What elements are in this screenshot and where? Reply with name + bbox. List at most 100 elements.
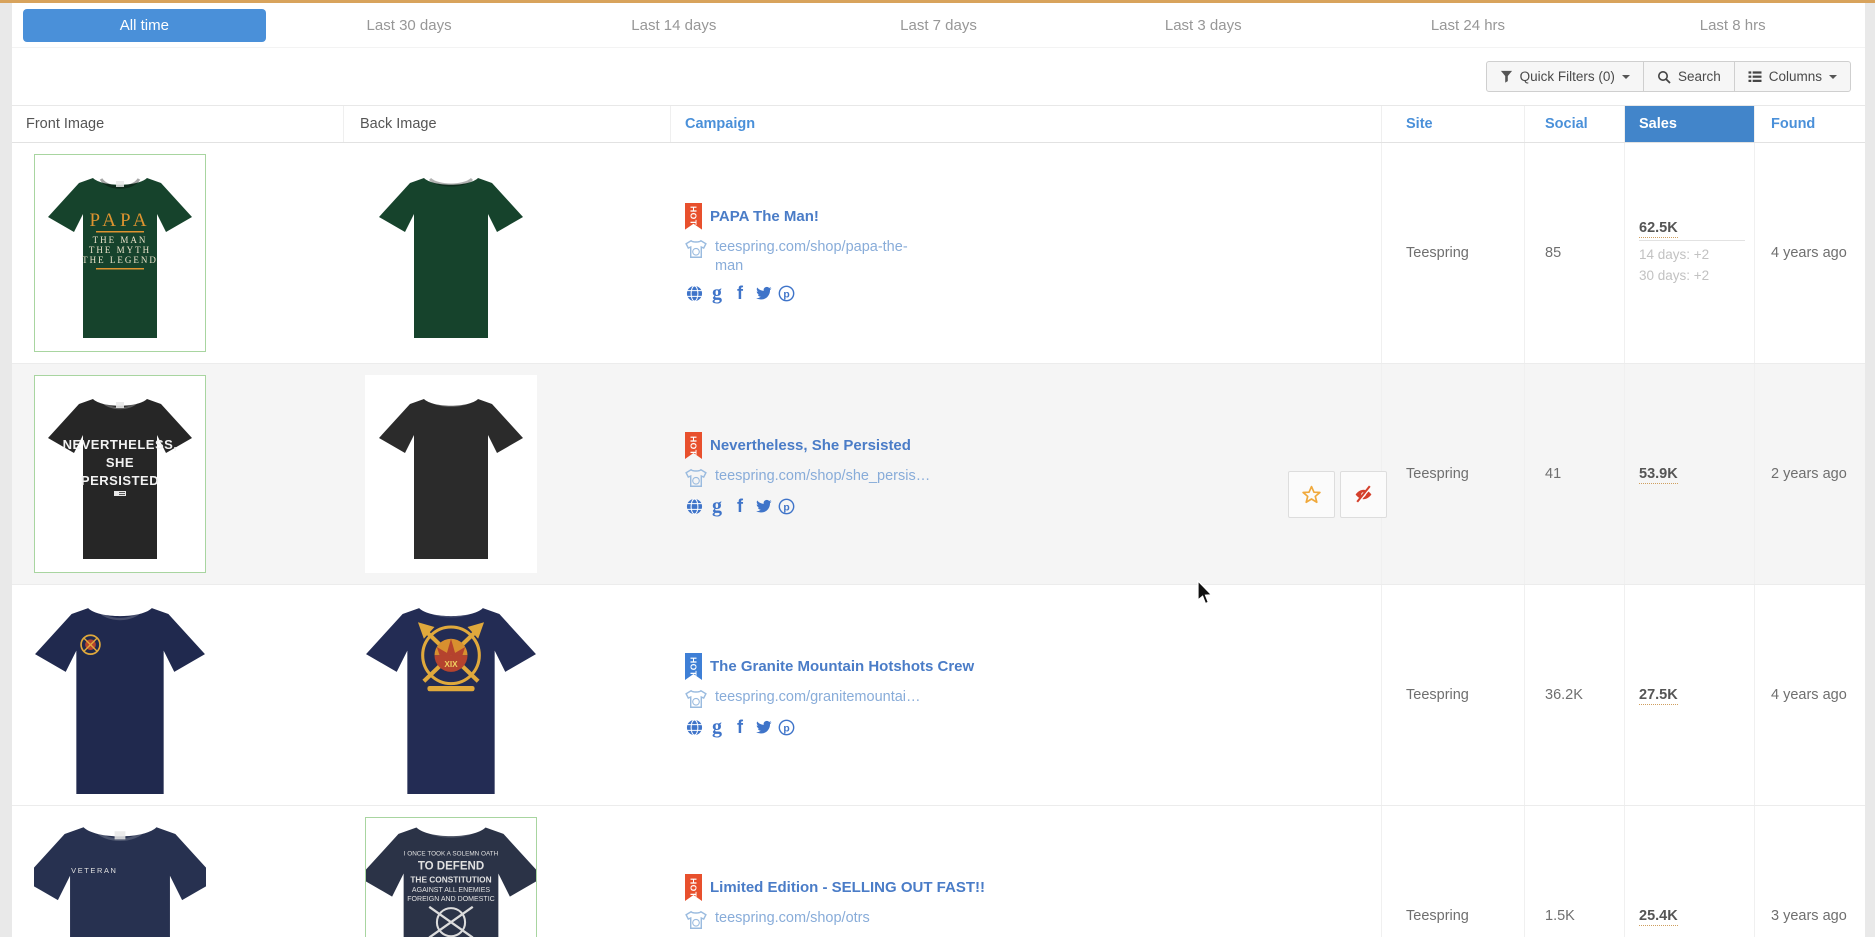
sales-cell: 25.4K <box>1624 806 1754 937</box>
front-image[interactable]: NEVERTHELESS, SHE PERSISTED <box>34 375 206 573</box>
google-icon[interactable]: g <box>708 283 726 303</box>
sales-cell: 62.5K 14 days: +2 30 days: +2 <box>1624 143 1754 363</box>
tshirt-back-oath: I ONCE TOOK A SOLEMN OATH TO DEFEND THE … <box>365 817 537 937</box>
pinterest-icon[interactable]: p <box>777 717 795 737</box>
sales-value[interactable]: 62.5K <box>1639 220 1678 238</box>
twitter-icon[interactable] <box>754 496 772 516</box>
campaign-url-link[interactable]: teespring.com/shop/papa-the-man <box>715 238 912 276</box>
tab-last-7-days[interactable]: Last 7 days <box>806 3 1071 47</box>
tshirt-icon <box>685 239 707 259</box>
top-accent-bar <box>0 0 1875 3</box>
tab-last-30-days[interactable]: Last 30 days <box>277 3 542 47</box>
svg-text:NEVERTHELESS,: NEVERTHELESS, <box>63 437 178 452</box>
svg-text:PERSISTED: PERSISTED <box>81 473 159 488</box>
header-campaign[interactable]: Campaign <box>670 106 1381 142</box>
tab-last-8-hrs[interactable]: Last 8 hrs <box>1600 3 1865 47</box>
svg-text:SHE: SHE <box>106 455 134 470</box>
back-image-cell: XIX <box>343 585 670 805</box>
social-count: 41 <box>1545 466 1561 482</box>
globe-icon[interactable] <box>685 283 703 303</box>
back-image-cell: I ONCE TOOK A SOLEMN OATH TO DEFEND THE … <box>343 806 670 937</box>
search-button[interactable]: Search <box>1643 61 1735 92</box>
front-image[interactable]: PAPA THE MAN THE MYTH THE LEGEND <box>34 154 206 352</box>
header-back-image: Back Image <box>343 106 670 142</box>
hot-badge-blue: HOT <box>685 653 702 680</box>
front-image-cell <box>12 585 343 805</box>
found-value: 3 years ago <box>1771 908 1847 924</box>
facebook-icon[interactable]: f <box>731 496 749 516</box>
favorite-star-button[interactable] <box>1288 471 1335 518</box>
filter-icon <box>1500 70 1513 83</box>
campaign-url-link[interactable]: teespring.com/granitemountai… <box>715 688 921 707</box>
header-social[interactable]: Social <box>1524 106 1624 142</box>
tab-last-24-hrs[interactable]: Last 24 hrs <box>1336 3 1601 47</box>
social-count: 85 <box>1545 245 1561 261</box>
front-image-cell: PAPA THE MAN THE MYTH THE LEGEND <box>12 143 343 363</box>
social-links: g f p <box>685 496 1381 516</box>
found-value: 4 years ago <box>1771 245 1847 261</box>
site-value: Teespring <box>1406 466 1469 482</box>
social-links: g f p <box>685 283 1381 303</box>
table-row: VETERAN I ONCE TOOK A SOLEMN OATH TO DEF… <box>12 806 1865 937</box>
tab-last-14-days[interactable]: Last 14 days <box>541 3 806 47</box>
site-cell: Teespring <box>1381 143 1524 363</box>
campaign-url-link[interactable]: teespring.com/shop/she_persis… <box>715 467 930 486</box>
site-cell: Teespring <box>1381 806 1524 937</box>
sales-30-days: 30 days: +2 <box>1639 266 1709 286</box>
svg-text:THE MYTH: THE MYTH <box>89 245 151 255</box>
social-cell: 1.5K <box>1524 806 1624 937</box>
campaign-title-link[interactable]: PAPA The Man! <box>710 208 819 225</box>
globe-icon[interactable] <box>685 717 703 737</box>
svg-text:THE LEGEND: THE LEGEND <box>82 255 158 265</box>
campaign-title-link[interactable]: Limited Edition - SELLING OUT FAST!! <box>710 879 985 896</box>
back-image[interactable]: XIX <box>365 596 537 794</box>
pinterest-icon[interactable]: p <box>777 496 795 516</box>
tshirt-icon <box>685 910 707 930</box>
back-image-cell <box>343 364 670 584</box>
header-sales-sorted[interactable]: Sales <box>1624 106 1754 142</box>
back-image[interactable] <box>365 375 537 573</box>
content-panel: All time Last 30 days Last 14 days Last … <box>12 3 1865 937</box>
twitter-icon[interactable] <box>754 717 772 737</box>
campaign-title-link[interactable]: The Granite Mountain Hotshots Crew <box>710 658 974 675</box>
google-icon[interactable]: g <box>708 717 726 737</box>
tab-all-time[interactable]: All time <box>23 9 267 42</box>
svg-text:I ONCE TOOK A SOLEMN OATH: I ONCE TOOK A SOLEMN OATH <box>404 851 499 858</box>
caret-down-icon <box>1622 75 1630 79</box>
tshirt-back-black <box>376 385 526 563</box>
header-site[interactable]: Site <box>1381 106 1524 142</box>
row-hover-actions <box>1288 471 1387 518</box>
table-row: NEVERTHELESS, SHE PERSISTED HOT <box>12 364 1865 585</box>
tab-last-3-days[interactable]: Last 3 days <box>1071 3 1336 47</box>
back-image[interactable] <box>365 154 537 352</box>
facebook-icon[interactable]: f <box>731 717 749 737</box>
header-found[interactable]: Found <box>1754 106 1865 142</box>
twitter-icon[interactable] <box>754 283 772 303</box>
quick-filters-button[interactable]: Quick Filters (0) <box>1486 61 1644 92</box>
sales-value[interactable]: 53.9K <box>1639 466 1678 484</box>
site-cell: Teespring <box>1381 364 1524 584</box>
campaign-url-link[interactable]: teespring.com/shop/otrs <box>715 909 870 928</box>
svg-text:FOREIGN AND DOMESTIC: FOREIGN AND DOMESTIC <box>407 896 495 903</box>
campaign-cell: HOT PAPA The Man! teespring.com/shop/pap… <box>670 143 1381 363</box>
found-cell: 4 years ago <box>1754 143 1865 363</box>
campaign-cell: HOT The Granite Mountain Hotshots Crew t… <box>670 585 1381 805</box>
site-value: Teespring <box>1406 245 1469 261</box>
pinterest-icon[interactable]: p <box>777 283 795 303</box>
social-cell: 36.2K <box>1524 585 1624 805</box>
hide-campaign-button[interactable] <box>1340 471 1387 518</box>
sales-value[interactable]: 25.4K <box>1639 908 1678 926</box>
front-image[interactable]: VETERAN <box>34 817 206 937</box>
tshirt-front-black: NEVERTHELESS, SHE PERSISTED <box>45 385 195 563</box>
columns-button[interactable]: Columns <box>1734 61 1851 92</box>
sales-value[interactable]: 27.5K <box>1639 687 1678 705</box>
facebook-icon[interactable]: f <box>731 283 749 303</box>
google-icon[interactable]: g <box>708 496 726 516</box>
campaign-title-link[interactable]: Nevertheless, She Persisted <box>710 437 911 454</box>
back-image[interactable]: I ONCE TOOK A SOLEMN OATH TO DEFEND THE … <box>365 817 537 937</box>
hot-badge: HOT <box>685 203 702 230</box>
header-front-image: Front Image <box>12 106 343 142</box>
globe-icon[interactable] <box>685 496 703 516</box>
front-image[interactable] <box>34 596 206 794</box>
found-value: 2 years ago <box>1771 466 1847 482</box>
